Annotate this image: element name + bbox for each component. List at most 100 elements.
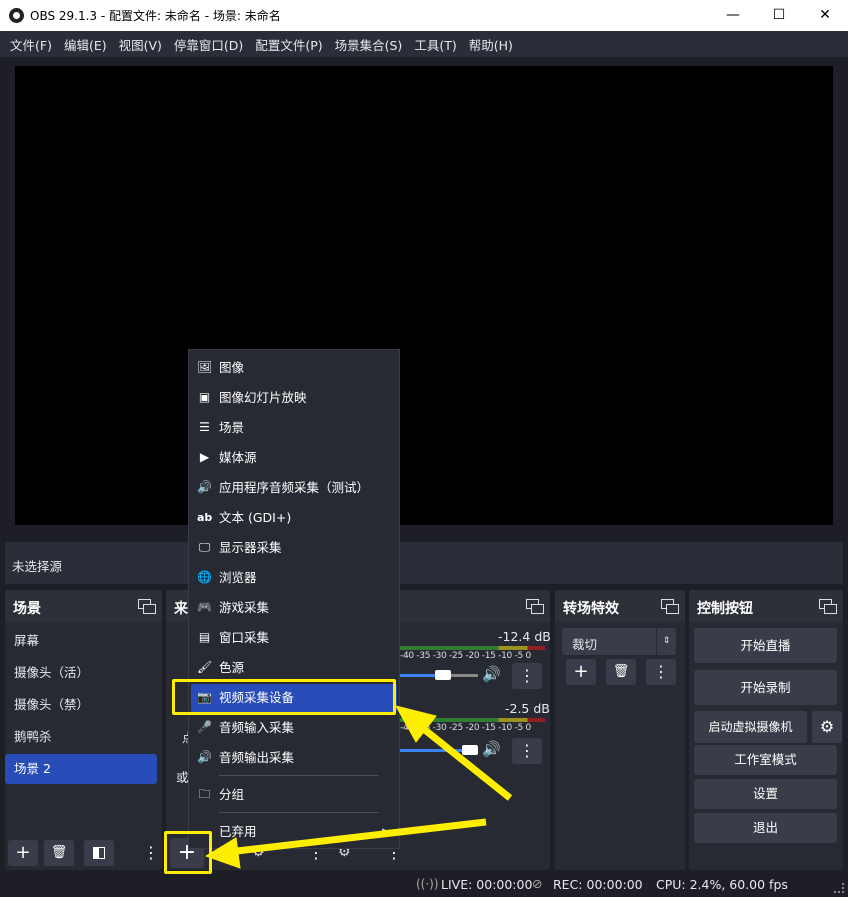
menu-item-group[interactable]: 🗀 分组	[191, 781, 397, 809]
remove-transition-button[interactable]: 🗑	[606, 659, 636, 685]
undock-icon[interactable]	[819, 599, 837, 614]
stream-signal-icon: ((·))	[416, 877, 439, 891]
app-audio-icon: 🔊	[197, 480, 212, 494]
menu-item-display-capture[interactable]: 🖵 显示器采集	[191, 534, 397, 562]
add-scene-button[interactable]: +	[8, 840, 38, 866]
volume-knob[interactable]	[462, 745, 479, 755]
menu-item-label: 媒体源	[219, 450, 257, 465]
more-vertical-icon[interactable]: ⋮	[512, 738, 542, 764]
scene-item[interactable]: 摄像头（禁）	[5, 690, 157, 720]
start-virtual-camera-button[interactable]: 启动虚拟摄像机	[694, 711, 807, 743]
start-streaming-button[interactable]: 开始直播	[694, 628, 837, 663]
remove-scene-button[interactable]: 🗑	[44, 840, 74, 866]
text-icon: ab	[197, 511, 213, 524]
folder-icon: 🗀	[198, 787, 211, 801]
rec-time: REC: 00:00:00	[553, 877, 643, 892]
scene-item[interactable]: 屏幕	[5, 626, 157, 656]
menu-help[interactable]: 帮助(H)	[463, 35, 519, 54]
exit-button[interactable]: 退出	[694, 813, 837, 843]
undock-icon[interactable]	[526, 599, 544, 614]
menu-view[interactable]: 视图(V)	[113, 35, 168, 54]
start-recording-button[interactable]: 开始录制	[694, 670, 837, 705]
submenu-arrow-icon: ▶	[382, 827, 389, 837]
close-button[interactable]: ✕	[802, 0, 848, 31]
controls-title: 控制按钮	[697, 601, 753, 617]
audio-level-db: -2.5 dB	[505, 701, 550, 716]
more-vertical-icon[interactable]: ⋮	[143, 843, 159, 863]
menu-item-text[interactable]: ab 文本 (GDI+)	[191, 504, 397, 532]
globe-icon: 🌐	[197, 570, 212, 584]
volume-slider[interactable]	[400, 745, 479, 755]
menu-scene-collection[interactable]: 场景集合(S)	[329, 35, 409, 54]
more-vertical-icon[interactable]: ⋮	[646, 659, 676, 685]
list-icon: ☰	[199, 420, 210, 434]
sources-hint-text: 或	[176, 770, 189, 785]
volume-slider[interactable]	[400, 670, 478, 680]
menu-item-slideshow[interactable]: ▣ 图像幻灯片放映	[191, 384, 397, 412]
transitions-title: 转场特效	[563, 601, 619, 617]
menu-item-label: 音频输入采集	[219, 720, 295, 735]
menu-item-color-source[interactable]: 🖌 色源	[191, 654, 397, 682]
menu-edit[interactable]: 编辑(E)	[58, 35, 113, 54]
menu-item-label: 应用程序音频采集（测试）	[219, 480, 370, 495]
record-disabled-icon: ⊘	[532, 876, 543, 891]
studio-mode-button[interactable]: 工作室模式	[694, 745, 837, 775]
menu-bar: 文件(F) 编辑(E) 视图(V) 停靠窗口(D) 配置文件(P) 场景集合(S…	[0, 31, 848, 57]
menu-item-browser[interactable]: 🌐 浏览器	[191, 564, 397, 592]
status-bar: ((·)) LIVE: 00:00:00 ⊘ REC: 00:00:00 CPU…	[0, 871, 848, 897]
menu-item-media-source[interactable]: ▶ 媒体源	[191, 444, 397, 472]
no-source-label: 未选择源	[12, 559, 63, 574]
add-source-menu: 🖼 图像 ▣ 图像幻灯片放映 ☰ 场景 ▶ 媒体源 🔊 应用程序音频采集（测试） ab 文本…	[188, 349, 400, 849]
scene-filters-button[interactable]	[84, 840, 114, 866]
controls-dock-header: 控制按钮	[689, 590, 843, 622]
audio-meter	[400, 718, 545, 722]
audio-level-db: -12.4 dB	[498, 629, 551, 644]
gamepad-icon: 🎮	[197, 600, 212, 614]
menu-item-game-capture[interactable]: 🎮 游戏采集	[191, 594, 397, 622]
chevron-updown-icon: ⇕	[656, 628, 676, 655]
speaker-icon[interactable]: 🔊	[482, 665, 501, 683]
speaker-icon: 🔊	[197, 750, 212, 764]
menu-item-audio-input[interactable]: 🎤 音频输入采集	[191, 714, 397, 742]
menu-item-label: 游戏采集	[219, 600, 270, 615]
menu-item-window-capture[interactable]: ▤ 窗口采集	[191, 624, 397, 652]
speaker-icon[interactable]: 🔊	[482, 740, 501, 758]
menu-item-label: 色源	[219, 660, 245, 675]
undock-icon[interactable]	[661, 599, 679, 614]
menu-item-label: 图像幻灯片放映	[219, 390, 307, 405]
menu-item-deprecated[interactable]: 已弃用 ▶	[191, 818, 397, 846]
menu-separator	[219, 775, 379, 776]
menu-item-image[interactable]: 🖼 图像	[191, 354, 397, 382]
menu-item-audio-output[interactable]: 🔊 音频输出采集	[191, 744, 397, 772]
volume-knob[interactable]	[434, 670, 451, 680]
audio-meter	[400, 646, 545, 650]
more-vertical-icon[interactable]: ⋮	[512, 663, 542, 689]
brush-icon: 🖌	[197, 660, 213, 674]
menu-item-label: 图像	[219, 360, 245, 375]
virtual-camera-settings-gear-icon[interactable]: ⚙	[812, 711, 842, 743]
menu-file[interactable]: 文件(F)	[4, 35, 58, 54]
menu-item-scene[interactable]: ☰ 场景	[191, 414, 397, 442]
undock-icon[interactable]	[138, 599, 156, 614]
maximize-button[interactable]: ☐	[756, 0, 802, 31]
title-bar: OBS 29.1.3 - 配置文件: 未命名 - 场景: 未命名 — ☐ ✕	[0, 0, 848, 31]
play-icon: ▶	[199, 450, 210, 464]
minimize-button[interactable]: —	[710, 0, 756, 31]
menu-docks[interactable]: 停靠窗口(D)	[168, 35, 249, 54]
menu-tools[interactable]: 工具(T)	[408, 35, 462, 54]
scene-item[interactable]: 鹅鸭杀	[5, 722, 157, 752]
resize-grip-icon[interactable]	[834, 883, 844, 893]
scene-item[interactable]: 摄像头（活）	[5, 658, 157, 688]
highlight-box	[164, 831, 212, 874]
menu-profile[interactable]: 配置文件(P)	[249, 35, 328, 54]
preview-canvas[interactable]	[15, 66, 833, 525]
image-icon: 🖼	[197, 360, 213, 374]
transition-select[interactable]: 裁切 ⇕	[562, 628, 676, 655]
menu-item-app-audio[interactable]: 🔊 应用程序音频采集（测试）	[191, 474, 397, 502]
add-transition-button[interactable]: +	[566, 659, 596, 685]
scene-item-active[interactable]: 场景 2	[5, 754, 157, 784]
settings-button[interactable]: 设置	[694, 779, 837, 809]
source-context-bar: 未选择源	[5, 542, 843, 584]
microphone-icon: 🎤	[197, 720, 212, 734]
menu-item-label: 分组	[219, 787, 245, 802]
